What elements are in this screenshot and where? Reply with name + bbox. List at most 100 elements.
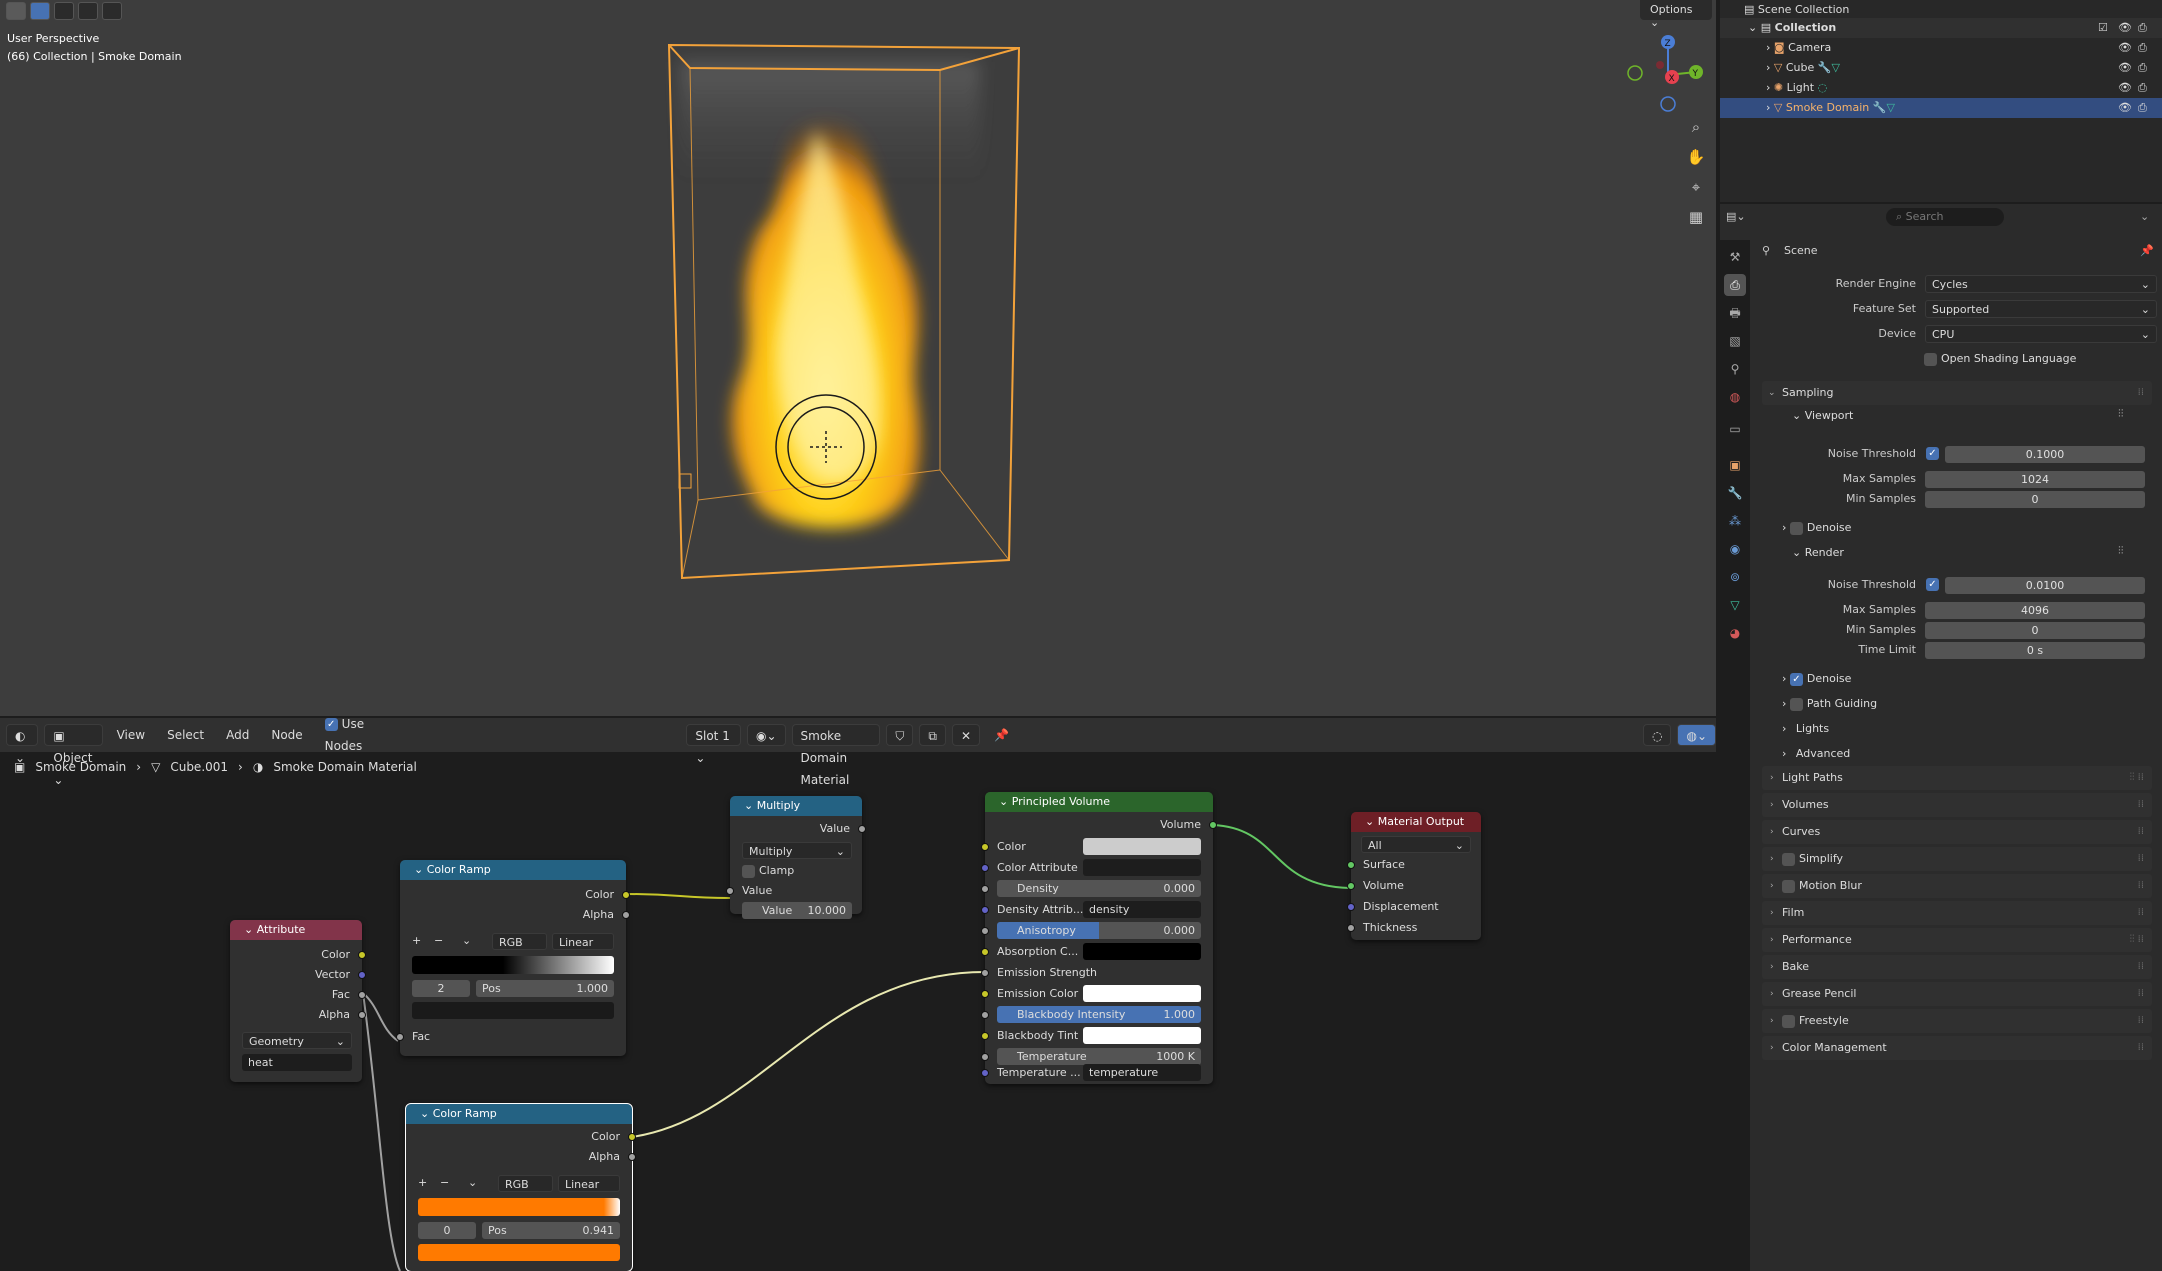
- multiply-clamp-toggle[interactable]: Clamp: [742, 862, 794, 880]
- path-guiding-subpanel[interactable]: › Path Guiding: [1782, 695, 1877, 713]
- outliner-row-smoke-domain[interactable]: › ▽ Smoke Domain 🔧▽ 👁 ⎙: [1720, 98, 2162, 118]
- bake-panel[interactable]: › Bake ⁞⁞: [1762, 955, 2152, 979]
- socket-anisotropy-in[interactable]: [981, 927, 989, 935]
- shader-node-editor[interactable]: ◐ ⌄ ▣ Object ⌄ View Select Add Node ✓ Use…: [0, 718, 1716, 1271]
- lights-subpanel[interactable]: › Lights: [1782, 720, 1829, 738]
- density-attr-input[interactable]: density: [1083, 901, 1201, 918]
- curves-panel[interactable]: › Curves ⁞⁞: [1762, 820, 2152, 844]
- socket-value-in[interactable]: [726, 887, 734, 895]
- select-extend-mode-icon[interactable]: [54, 2, 74, 20]
- socket-alpha[interactable]: [622, 911, 630, 919]
- volumes-panel[interactable]: › Volumes ⁞⁞: [1762, 793, 2152, 817]
- render-tab-icon[interactable]: ⎙: [1724, 274, 1746, 296]
- search-input[interactable]: ⌕ Search: [1886, 208, 2004, 226]
- multiply-operation-dropdown[interactable]: Multiply ⌄: [742, 842, 852, 859]
- socket-fac-in[interactable]: [396, 1033, 404, 1041]
- ramp1-index-field[interactable]: 2: [412, 980, 470, 997]
- math-multiply-node[interactable]: ⌄ Multiply Value Multiply ⌄ Clamp Value V…: [726, 796, 866, 919]
- osl-toggle[interactable]: Open Shading Language: [1924, 350, 2076, 368]
- 3d-viewport[interactable]: User Perspective (66) Collection | Smoke…: [0, 0, 1716, 716]
- color-ramp-node-1[interactable]: ⌄ Color Ramp Color Alpha + − ⌄ RGB Linea…: [396, 860, 630, 1056]
- render-subpanel-header[interactable]: ⌄ Render: [1792, 544, 1844, 562]
- attribute-node-header[interactable]: ⌄ Attribute: [230, 920, 362, 940]
- select-box-mode-icon[interactable]: [30, 2, 50, 20]
- outliner-row-camera[interactable]: › ◙ Camera 👁 ⎙: [1720, 38, 2162, 58]
- socket-density-attr-in[interactable]: [981, 906, 989, 914]
- temperature-field[interactable]: Temperature 1000 K: [997, 1048, 1201, 1065]
- simplify-checkbox[interactable]: [1782, 852, 1795, 866]
- outliner-row-collection[interactable]: ⌄ ▤ Collection ☑ 👁 ⎙: [1720, 18, 2162, 38]
- modifiers-tab-icon[interactable]: 🔧: [1724, 482, 1746, 504]
- motion-blur-panel[interactable]: › Motion Blur ⁞⁞: [1762, 874, 2152, 898]
- simplify-panel[interactable]: › Simplify ⁞⁞: [1762, 847, 2152, 871]
- ramp1-mode-dropdown[interactable]: RGB: [492, 933, 547, 950]
- ramp1-pos-field[interactable]: Pos 1.000: [476, 980, 614, 997]
- data-tab-icon[interactable]: ▽: [1724, 594, 1746, 616]
- anisotropy-field[interactable]: Anisotropy 0.000: [997, 922, 1201, 939]
- view-layer-tab-icon[interactable]: ▧: [1724, 330, 1746, 352]
- r-max-samples-field[interactable]: 4096: [1925, 602, 2145, 619]
- properties-editor[interactable]: ▤⌄ ⌕ Search ⌄ ⚒ ⎙ 🖶 ▧ ⚲ ◍ ▭ ▣ 🔧 ⁂ ◉ ⊚ ▽ …: [1720, 204, 2162, 1271]
- drag-handle-icon[interactable]: ⁞⁞: [2138, 381, 2144, 405]
- tool-tab-icon[interactable]: ⚒: [1724, 246, 1746, 268]
- scene-tab-icon[interactable]: ⚲: [1724, 358, 1746, 380]
- socket-color-in[interactable]: [981, 843, 989, 851]
- principled-volume-node[interactable]: ⌄ Principled Volume Volume Color Color A…: [981, 792, 1217, 1084]
- film-panel[interactable]: › Film ⁞⁞: [1762, 901, 2152, 925]
- color-management-panel[interactable]: › Color Management ⁞⁞: [1762, 1036, 2152, 1060]
- r-noise-threshold-checkbox[interactable]: ✓: [1926, 578, 1939, 591]
- ramp2-color-swatch[interactable]: [418, 1244, 620, 1261]
- chevron-right-icon[interactable]: ›: [1766, 41, 1770, 54]
- orthographic-grid-icon[interactable]: ▦: [1683, 204, 1709, 230]
- freestyle-checkbox[interactable]: [1782, 1014, 1795, 1028]
- ramp2-pos-field[interactable]: Pos 0.941: [482, 1222, 620, 1239]
- viewport-subpanel-header[interactable]: ⌄ Viewport: [1792, 407, 1853, 425]
- motion-blur-checkbox[interactable]: [1782, 879, 1795, 893]
- freestyle-panel[interactable]: › Freestyle ⁞⁞: [1762, 1009, 2152, 1033]
- ramp1-add-icon[interactable]: +: [412, 932, 421, 950]
- socket-temperature-attr-in[interactable]: [981, 1069, 989, 1077]
- vol-color-attr-input[interactable]: [1083, 859, 1201, 876]
- ramp1-interp-dropdown[interactable]: Linear: [552, 933, 614, 950]
- socket-temperature-in[interactable]: [981, 1053, 989, 1061]
- render-engine-dropdown[interactable]: Cycles ⌄: [1925, 275, 2157, 293]
- device-dropdown[interactable]: CPU ⌄: [1925, 325, 2157, 343]
- socket-volume-in[interactable]: [1347, 882, 1355, 890]
- eye-icon[interactable]: 👁: [2118, 78, 2132, 98]
- socket-blackbody-intensity-in[interactable]: [981, 1011, 989, 1019]
- outliner[interactable]: ▤ Scene Collection ⌄ ▤ Collection ☑ 👁 ⎙ › ◙…: [1720, 0, 2162, 202]
- color-ramp-1-header[interactable]: ⌄ Color Ramp: [400, 860, 626, 880]
- socket-emission-color-in[interactable]: [981, 990, 989, 998]
- clamp-checkbox[interactable]: [742, 864, 755, 878]
- ramp2-add-icon[interactable]: +: [418, 1174, 427, 1192]
- color-ramp-2-header[interactable]: ⌄ Color Ramp: [406, 1104, 632, 1124]
- editor-type-icon[interactable]: ▤⌄: [1726, 210, 1750, 228]
- performance-panel[interactable]: › Performance ⫶⫶ ⁞⁞: [1762, 928, 2152, 952]
- zoom-icon[interactable]: ⌕: [1683, 114, 1709, 140]
- vp-noise-threshold-field[interactable]: 0.1000: [1945, 446, 2145, 463]
- socket-volume-out[interactable]: [1209, 821, 1217, 829]
- attribute-name-input[interactable]: heat: [242, 1054, 352, 1071]
- material-output-header[interactable]: ⌄ Material Output: [1351, 812, 1481, 832]
- socket-vector[interactable]: [358, 971, 366, 979]
- principled-volume-header[interactable]: ⌄ Principled Volume: [985, 792, 1213, 812]
- time-limit-field[interactable]: 0 s: [1925, 642, 2145, 659]
- ramp2-interp-dropdown[interactable]: Linear: [558, 1175, 620, 1192]
- vp-min-samples-field[interactable]: 0: [1925, 491, 2145, 508]
- eye-icon[interactable]: 👁: [2118, 38, 2132, 58]
- socket-emission-strength-in[interactable]: [981, 969, 989, 977]
- world-tab-icon[interactable]: ◍: [1724, 386, 1746, 408]
- ramp1-gradient-bar[interactable]: [412, 956, 614, 974]
- socket-value[interactable]: [858, 825, 866, 833]
- socket-density-in[interactable]: [981, 885, 989, 893]
- material-output-node[interactable]: ⌄ Material Output All ⌄ Surface Volume Di…: [1347, 812, 1481, 940]
- socket-blackbody-tint-in[interactable]: [981, 1032, 989, 1040]
- color-ramp-node-2[interactable]: ⌄ Color Ramp Color Alpha + − ⌄ RGB Linea…: [405, 1103, 636, 1271]
- vp-noise-threshold-checkbox[interactable]: ✓: [1926, 447, 1939, 460]
- select-subtract-mode-icon[interactable]: [78, 2, 98, 20]
- chevron-down-icon[interactable]: ⌄: [1748, 21, 1757, 34]
- outliner-row-cube[interactable]: › ▽ Cube 🔧▽ 👁 ⎙: [1720, 58, 2162, 78]
- sampling-panel-header[interactable]: ⌄ Sampling ⁞⁞: [1762, 381, 2152, 405]
- blackbody-intensity-field[interactable]: Blackbody Intensity 1.000: [997, 1006, 1201, 1023]
- grease-pencil-panel[interactable]: › Grease Pencil ⁞⁞: [1762, 982, 2152, 1006]
